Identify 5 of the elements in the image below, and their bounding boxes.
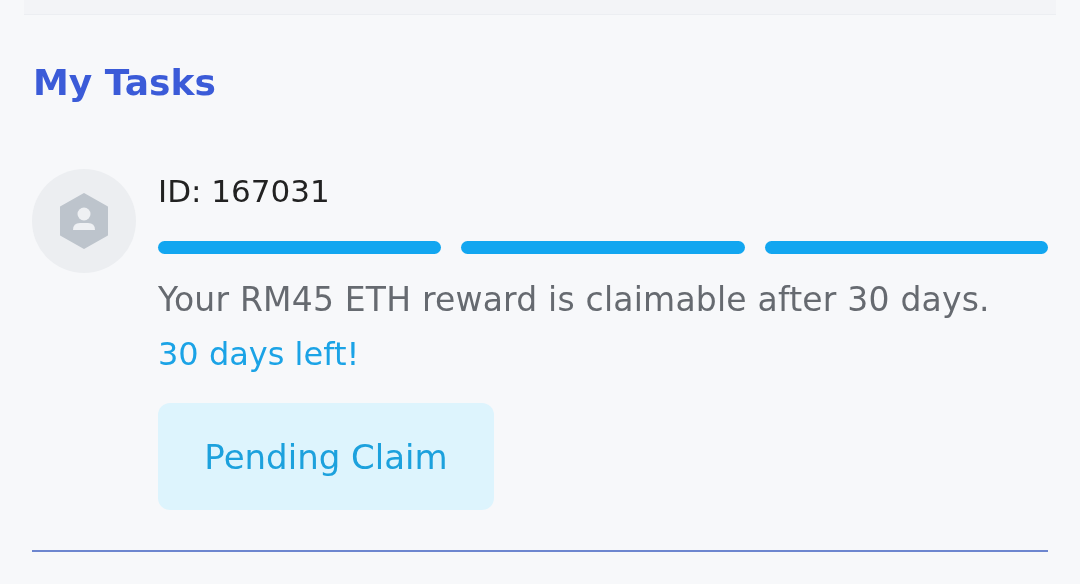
task-id: ID: 167031 xyxy=(158,172,330,211)
section-title: My Tasks xyxy=(33,61,217,105)
user-icon xyxy=(58,193,110,249)
reward-description: Your RM45 ETH reward is claimable after 30 days. xyxy=(158,279,990,321)
countdown-text: 30 days left! xyxy=(158,334,360,375)
